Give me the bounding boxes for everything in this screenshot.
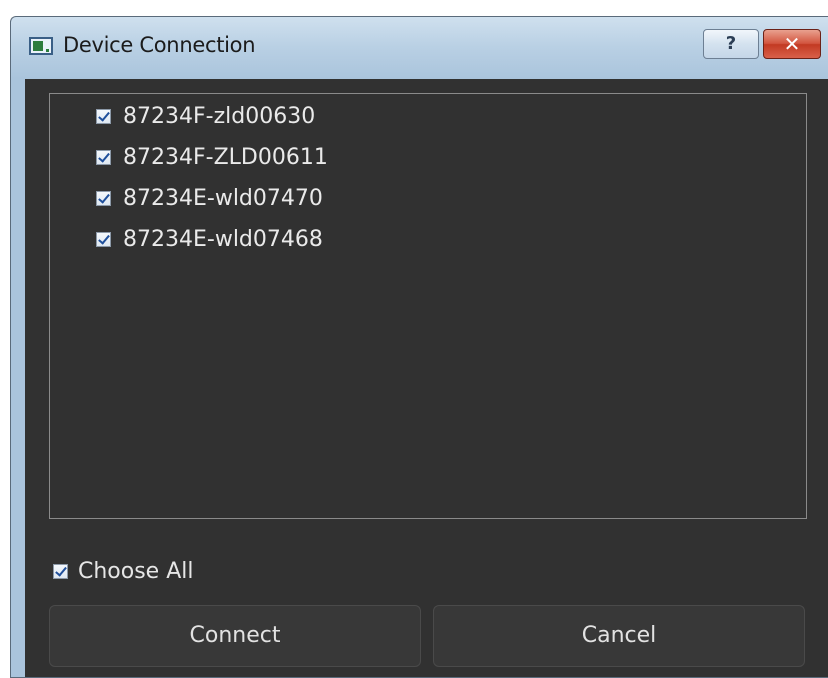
device-list-item[interactable]: 87234F-zld00630 — [96, 98, 315, 134]
device-connection-dialog: Device Connection ? ✕ 87234F-zld00630 87… — [10, 16, 828, 678]
device-checkbox[interactable] — [96, 231, 111, 247]
dialog-body: 87234F-zld00630 87234F-ZLD00611 87234E-w… — [25, 79, 828, 677]
window-title: Device Connection — [63, 33, 256, 57]
device-list-item[interactable]: 87234E-wld07470 — [96, 180, 323, 216]
device-checkbox[interactable] — [96, 149, 111, 165]
connect-button[interactable]: Connect — [49, 605, 421, 667]
device-list[interactable]: 87234F-zld00630 87234F-ZLD00611 87234E-w… — [49, 93, 807, 519]
app-icon-dot — [46, 49, 49, 52]
close-button[interactable]: ✕ — [763, 29, 821, 59]
choose-all-checkbox-row[interactable]: Choose All — [53, 553, 194, 589]
device-label: 87234F-ZLD00611 — [123, 144, 328, 170]
device-checkbox[interactable] — [96, 190, 111, 206]
device-label: 87234E-wld07470 — [123, 185, 323, 211]
device-checkbox[interactable] — [96, 108, 111, 124]
title-bar[interactable]: Device Connection ? ✕ — [11, 17, 828, 79]
device-label: 87234F-zld00630 — [123, 103, 316, 129]
app-icon-screen — [33, 41, 43, 51]
choose-all-checkbox[interactable] — [53, 563, 68, 579]
device-list-item[interactable]: 87234E-wld07468 — [96, 221, 323, 257]
choose-all-label: Choose All — [78, 558, 194, 584]
help-button[interactable]: ? — [703, 29, 759, 59]
app-icon — [29, 37, 53, 55]
device-label: 87234E-wld07468 — [123, 226, 323, 252]
cancel-button[interactable]: Cancel — [433, 605, 805, 667]
device-list-item[interactable]: 87234F-ZLD00611 — [96, 139, 328, 175]
